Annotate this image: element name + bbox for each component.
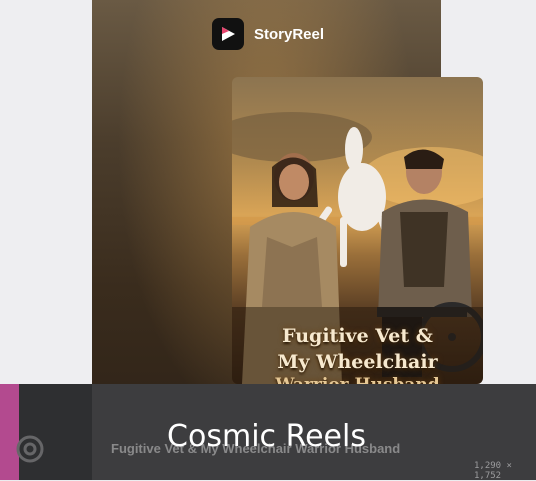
play-icon [212,18,244,50]
brand-header: StoryReel [212,18,324,50]
brand-name: StoryReel [254,25,325,43]
camera-icon[interactable] [15,434,45,464]
poster-title-line-2: My Wheelchair [277,351,438,373]
side-panel [19,384,92,480]
image-dimensions: 1,290 × 1,752 [474,461,512,481]
left-background [0,0,92,384]
accent-strip [0,384,19,480]
caption-text: Cosmic Reels [167,419,366,454]
poster-image[interactable]: Fugitive Vet & My Wheelchair Warrior Hus… [232,77,483,384]
poster-title-line-1: Fugitive Vet & [282,325,433,347]
poster-title-line-3: Warrior Husband [232,375,483,384]
